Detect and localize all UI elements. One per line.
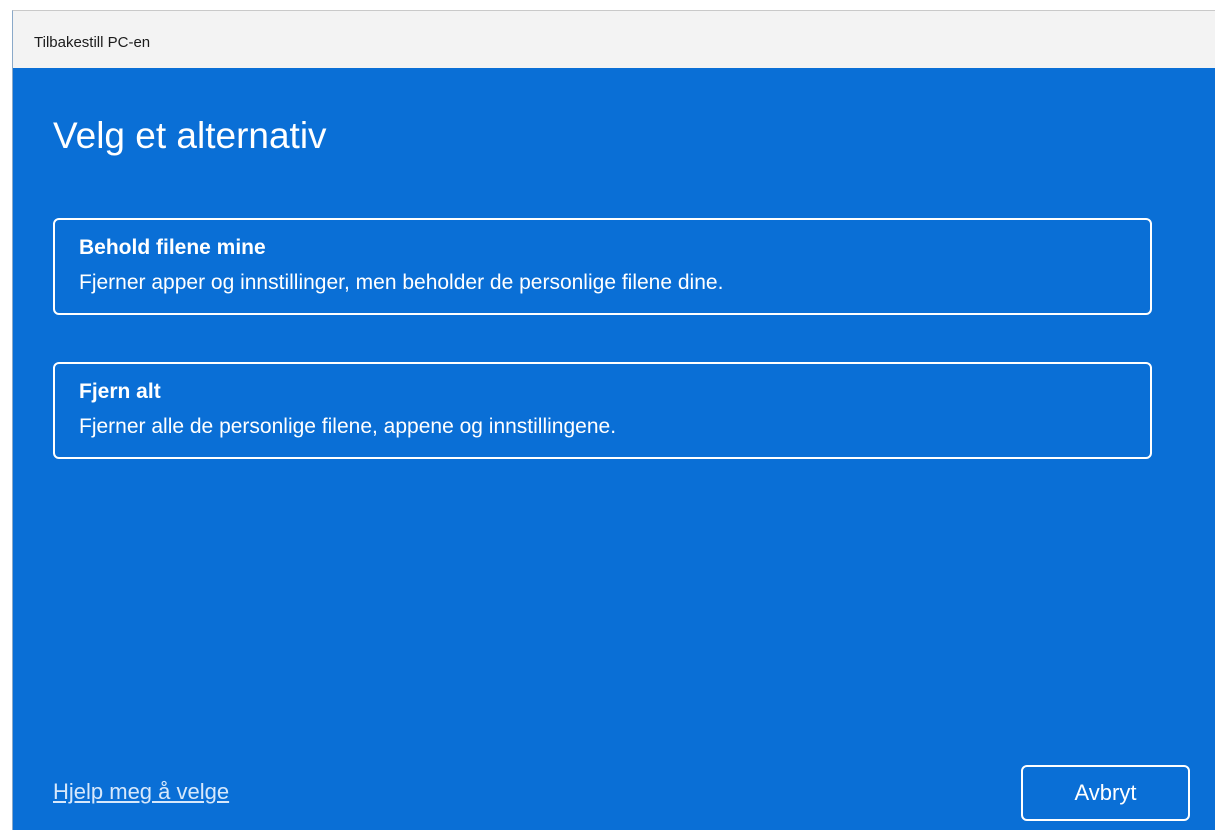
- page-title: Velg et alternativ: [53, 115, 327, 156]
- option-description: Fjerner apper og innstillinger, men beho…: [79, 271, 724, 294]
- option-description: Fjerner alle de personlige filene, appen…: [79, 415, 617, 438]
- window-title: Tilbakestill PC-en: [34, 34, 151, 51]
- keep-my-files-option[interactable]: Behold filene mine Fjerner apper og inns…: [53, 218, 1152, 315]
- dialog-content: Velg et alternativ Behold filene mine Fj…: [13, 68, 1215, 830]
- cancel-button[interactable]: Avbryt: [1021, 765, 1190, 821]
- option-title: Behold filene mine: [79, 236, 266, 259]
- option-title: Fjern alt: [79, 380, 161, 403]
- remove-everything-option[interactable]: Fjern alt Fjerner alle de personlige fil…: [53, 362, 1152, 459]
- help-me-choose-link[interactable]: Hjelp meg å velge: [53, 779, 229, 805]
- reset-pc-dialog: Tilbakestill PC-en Velg et alternativ Be…: [12, 10, 1215, 830]
- title-bar: Tilbakestill PC-en: [13, 11, 1215, 68]
